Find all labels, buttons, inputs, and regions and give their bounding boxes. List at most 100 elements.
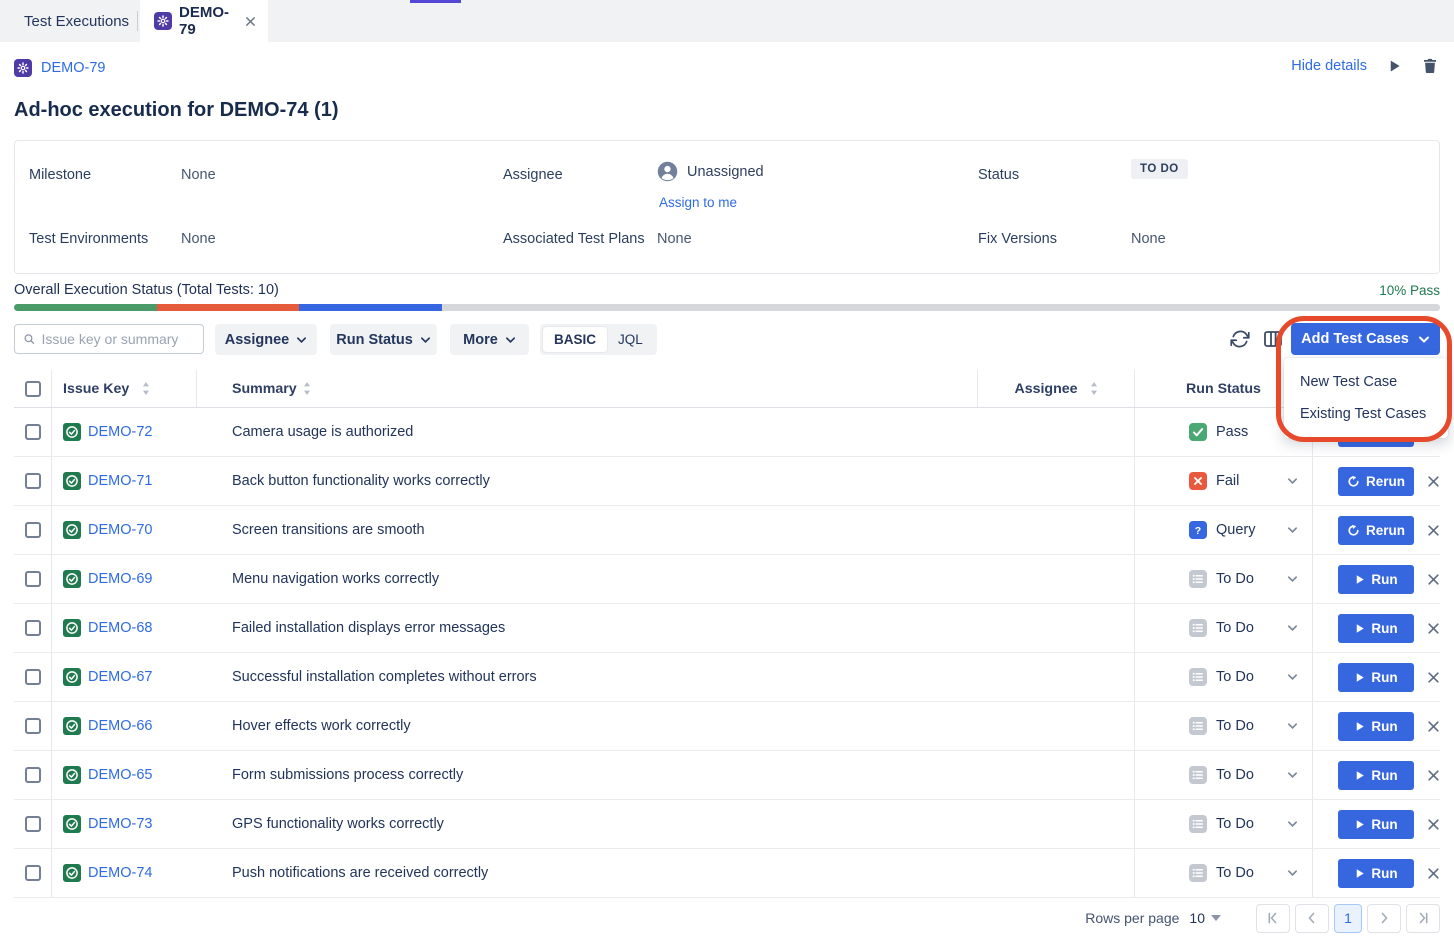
table-row: DEMO-73 GPS functionality works correctl… — [14, 800, 1440, 849]
row-summary: Menu navigation works correctly — [232, 571, 439, 587]
test-execution-icon — [14, 59, 32, 77]
status-chevron-icon[interactable] — [1287, 722, 1298, 730]
search-input[interactable] — [42, 331, 196, 347]
tab-demo-79[interactable]: DEMO-79 — [140, 0, 268, 42]
assignee-column-header[interactable]: Assignee — [978, 370, 1135, 407]
jql-mode-option[interactable]: JQL — [607, 327, 654, 352]
test-case-icon — [63, 815, 81, 833]
row-checkbox[interactable] — [25, 522, 41, 538]
remove-row-icon[interactable] — [1427, 475, 1440, 488]
next-page-button[interactable] — [1367, 904, 1401, 933]
remove-row-icon[interactable] — [1427, 671, 1440, 684]
issue-key-link[interactable]: DEMO-69 — [88, 571, 152, 587]
sort-icon[interactable] — [1090, 382, 1098, 395]
add-test-cases-button[interactable]: Add Test Cases — [1291, 323, 1440, 355]
status-chevron-icon[interactable] — [1287, 673, 1298, 681]
status-chevron-icon[interactable] — [1287, 477, 1298, 485]
sort-icon[interactable] — [303, 382, 311, 395]
row-checkbox[interactable] — [25, 718, 41, 734]
first-page-button[interactable] — [1256, 904, 1290, 933]
table-row: DEMO-69 Menu navigation works correctly … — [14, 555, 1440, 604]
issue-key-link[interactable]: DEMO-74 — [88, 865, 152, 881]
play-icon[interactable] — [1387, 58, 1402, 74]
issue-key-link[interactable]: DEMO-73 — [88, 816, 152, 832]
issue-key-link[interactable]: DEMO-79 — [41, 60, 105, 76]
remove-row-icon[interactable] — [1427, 769, 1440, 782]
rows-per-page-select[interactable]: 10 — [1189, 910, 1221, 926]
remove-row-icon[interactable] — [1427, 818, 1440, 831]
run-button[interactable]: Run — [1338, 565, 1414, 594]
remove-row-icon[interactable] — [1427, 867, 1440, 880]
run-button[interactable]: Run — [1338, 712, 1414, 741]
basic-mode-option[interactable]: BASIC — [543, 327, 607, 352]
row-checkbox[interactable] — [25, 816, 41, 832]
menu-item-existing-test-cases[interactable]: Existing Test Cases — [1284, 398, 1448, 430]
row-checkbox[interactable] — [25, 669, 41, 685]
run-status-value: Fail — [1216, 473, 1239, 489]
row-checkbox[interactable] — [25, 865, 41, 881]
milestone-label: Milestone — [29, 167, 91, 183]
status-chevron-icon[interactable] — [1287, 624, 1298, 632]
menu-item-new-test-case[interactable]: New Test Case — [1284, 366, 1448, 398]
run-button[interactable]: Run — [1338, 859, 1414, 888]
assignee-filter-button[interactable]: Assignee — [215, 324, 317, 355]
issue-key-link[interactable]: DEMO-67 — [88, 669, 152, 685]
page-title: Ad-hoc execution for DEMO-74 (1) — [14, 99, 338, 122]
hide-details-link[interactable]: Hide details — [1291, 58, 1367, 74]
sort-icon[interactable] — [142, 382, 150, 395]
remove-row-icon[interactable] — [1427, 622, 1440, 635]
progress-todo-segment — [442, 304, 1440, 311]
rerun-button[interactable]: Rerun — [1338, 467, 1414, 496]
tab-close-icon[interactable] — [245, 16, 256, 27]
test-case-icon — [63, 864, 81, 882]
select-all-checkbox[interactable] — [25, 381, 41, 397]
run-status-filter-button[interactable]: Run Status — [330, 324, 437, 355]
run-button[interactable]: Run — [1338, 761, 1414, 790]
row-checkbox[interactable] — [25, 767, 41, 783]
remove-row-icon[interactable] — [1427, 720, 1440, 733]
chevron-down-icon — [505, 336, 516, 344]
trash-icon[interactable] — [1422, 57, 1438, 74]
associated-test-plans-label: Associated Test Plans — [503, 231, 645, 247]
row-checkbox[interactable] — [25, 424, 41, 440]
summary-column-header[interactable]: Summary — [197, 370, 978, 407]
issue-key-link[interactable]: DEMO-70 — [88, 522, 152, 538]
more-filter-button[interactable]: More — [450, 324, 529, 355]
table-row: DEMO-74 Push notifications are received … — [14, 849, 1440, 898]
status-chevron-icon[interactable] — [1287, 575, 1298, 583]
run-icon — [1354, 574, 1365, 585]
rerun-button[interactable]: Rerun — [1338, 516, 1414, 545]
issue-key-column-header[interactable]: Issue Key — [52, 370, 197, 407]
run-button[interactable]: Run — [1338, 810, 1414, 839]
issue-key-link[interactable]: DEMO-65 — [88, 767, 152, 783]
last-page-button[interactable] — [1406, 904, 1440, 933]
table-row: DEMO-72 Camera usage is authorized Pass … — [14, 408, 1440, 457]
row-checkbox[interactable] — [25, 473, 41, 489]
status-chevron-icon[interactable] — [1287, 820, 1298, 828]
run-button[interactable]: Run — [1338, 663, 1414, 692]
status-chevron-icon[interactable] — [1287, 771, 1298, 779]
row-checkbox[interactable] — [25, 620, 41, 636]
refresh-icon[interactable] — [1229, 328, 1251, 350]
status-label: Status — [978, 167, 1019, 183]
progress-query-segment — [299, 304, 442, 311]
columns-icon[interactable] — [1262, 328, 1284, 350]
issue-key-link[interactable]: DEMO-68 — [88, 620, 152, 636]
status-pass-icon — [1189, 423, 1207, 441]
assign-to-me-link[interactable]: Assign to me — [659, 195, 737, 210]
run-button[interactable]: Run — [1338, 614, 1414, 643]
status-chevron-icon[interactable] — [1287, 526, 1298, 534]
remove-row-icon[interactable] — [1427, 524, 1440, 537]
table-row: DEMO-70 Screen transitions are smooth ? … — [14, 506, 1440, 555]
previous-page-button[interactable] — [1295, 904, 1329, 933]
remove-row-icon[interactable] — [1427, 573, 1440, 586]
issue-key-link[interactable]: DEMO-72 — [88, 424, 152, 440]
tab-test-executions[interactable]: Test Executions — [24, 0, 129, 42]
current-page-button[interactable]: 1 — [1334, 904, 1362, 933]
status-todo-icon — [1189, 668, 1207, 686]
query-mode-toggle: BASIC JQL — [540, 324, 657, 355]
issue-key-link[interactable]: DEMO-66 — [88, 718, 152, 734]
status-chevron-icon[interactable] — [1287, 869, 1298, 877]
issue-key-link[interactable]: DEMO-71 — [88, 473, 152, 489]
row-checkbox[interactable] — [25, 571, 41, 587]
